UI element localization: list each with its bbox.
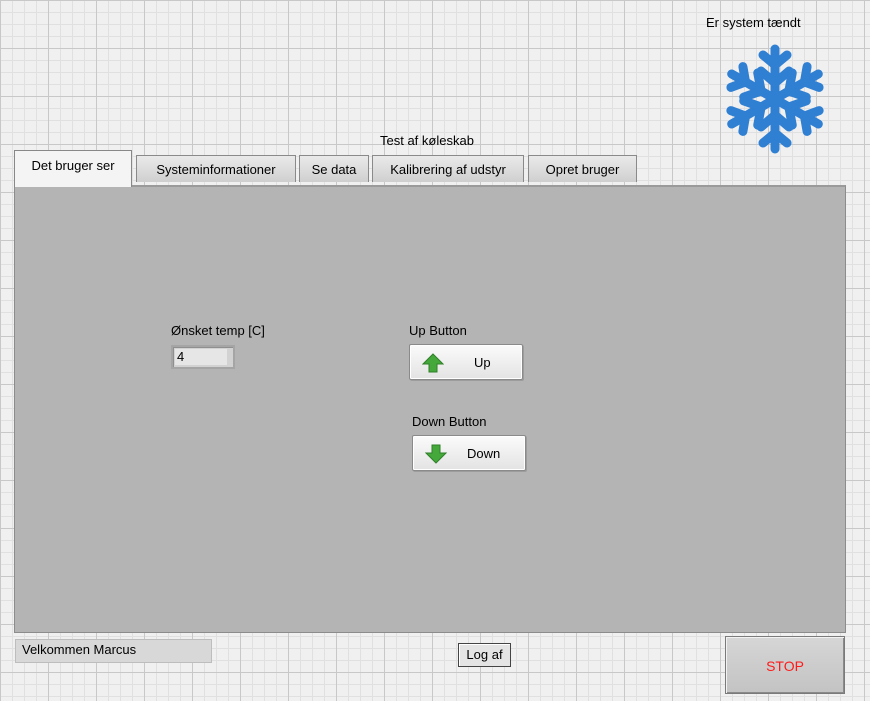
- tab-det-bruger-ser[interactable]: Det bruger ser: [14, 150, 132, 187]
- tab-control-title: Test af køleskab: [380, 133, 474, 148]
- snowflake-icon[interactable]: [722, 40, 828, 158]
- logout-button[interactable]: Log af: [458, 643, 511, 667]
- down-button[interactable]: Down: [412, 435, 526, 471]
- up-button-label: Up Button: [409, 323, 467, 338]
- tab-kalibrering[interactable]: Kalibrering af udstyr: [372, 155, 524, 182]
- up-button[interactable]: Up: [409, 344, 523, 380]
- tab-panel: [14, 185, 846, 633]
- arrow-up-icon: [422, 353, 444, 373]
- tab-opret-bruger[interactable]: Opret bruger: [528, 155, 637, 182]
- down-button-text: Down: [467, 446, 501, 461]
- stop-button[interactable]: STOP: [725, 636, 845, 694]
- system-on-label: Er system tændt: [706, 15, 801, 30]
- up-button-text: Up: [474, 355, 491, 370]
- temp-input[interactable]: 4: [171, 345, 235, 369]
- down-button-label: Down Button: [412, 414, 487, 429]
- welcome-message: Velkommen Marcus: [15, 639, 212, 663]
- temp-label: Ønsket temp [C]: [171, 323, 265, 338]
- tab-systeminformationer[interactable]: Systeminformationer: [136, 155, 296, 182]
- tab-se-data[interactable]: Se data: [299, 155, 369, 182]
- temp-value: 4: [177, 349, 185, 364]
- arrow-down-icon: [425, 444, 447, 464]
